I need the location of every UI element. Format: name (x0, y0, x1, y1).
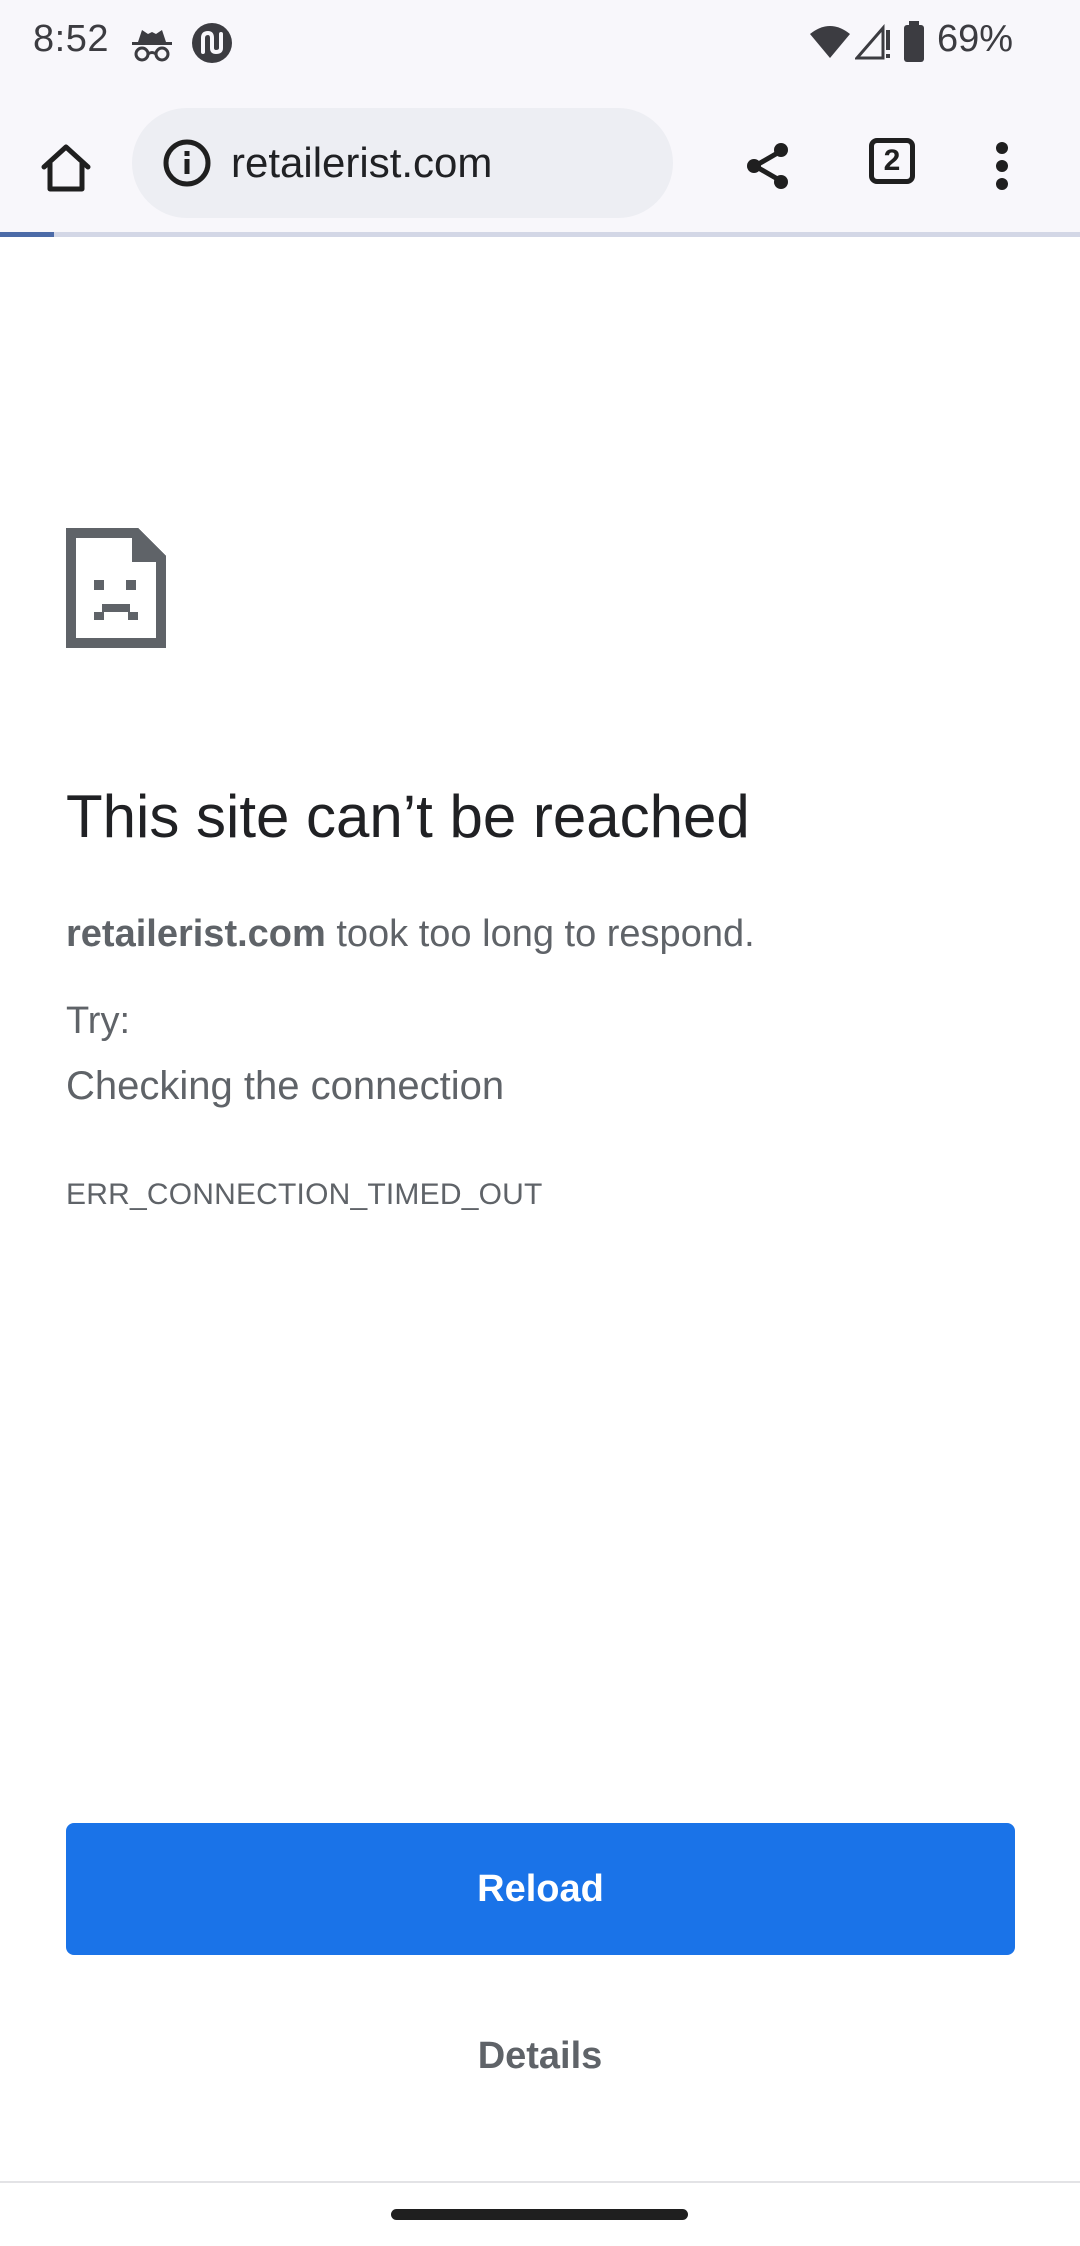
error-message-rest: took too long to respond. (325, 913, 755, 955)
cell-signal-icon (853, 23, 893, 62)
page-load-progress (0, 232, 1080, 237)
browser-toolbar: retailerist.com 2 (0, 86, 1080, 236)
gesture-handle[interactable] (391, 2209, 688, 2220)
error-title: This site can’t be reached (66, 783, 750, 850)
wifi-icon (808, 24, 852, 60)
share-icon[interactable] (738, 136, 798, 196)
info-icon[interactable] (162, 138, 212, 188)
reload-button[interactable]: Reload (66, 1823, 1015, 1955)
battery-percent: 69% (937, 18, 1014, 60)
suggestion-item: Checking the connection (66, 1064, 505, 1108)
url-text[interactable]: retailerist.com (231, 138, 492, 188)
sad-document-icon (66, 528, 166, 648)
error-code: ERR_CONNECTION_TIMED_OUT (66, 1178, 543, 1211)
battery-icon (903, 21, 925, 63)
gesture-nav-bar (0, 2183, 1080, 2246)
incognito-icon (130, 26, 174, 64)
app-notification-icon (190, 21, 234, 65)
home-icon[interactable] (26, 133, 106, 203)
error-message: retailerist.com took too long to respond… (66, 913, 755, 956)
tab-switcher-button[interactable]: 2 (869, 138, 915, 184)
try-label: Try: (66, 1000, 131, 1042)
status-time: 8:52 (33, 18, 109, 60)
page-load-progress-fill (0, 232, 54, 237)
more-vert-icon[interactable] (980, 136, 1024, 196)
error-host: retailerist.com (66, 913, 326, 955)
status-bar: 8:52 69% (0, 0, 1080, 86)
omnibox[interactable]: retailerist.com (132, 108, 673, 218)
details-button[interactable]: Details (430, 2016, 650, 2096)
